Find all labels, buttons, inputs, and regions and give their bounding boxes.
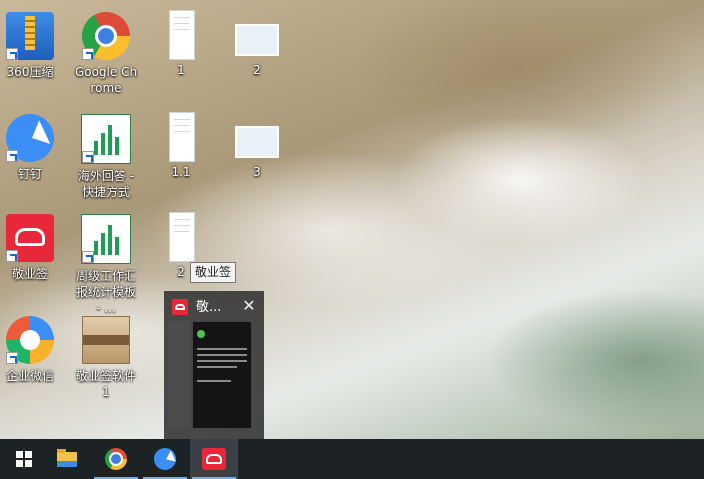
taskbar-tooltip: 敬业签 bbox=[190, 262, 237, 283]
shortcut-arrow-icon bbox=[82, 251, 94, 263]
preview-close-button[interactable]: ✕ bbox=[240, 297, 258, 315]
screenshot-icon bbox=[233, 124, 281, 160]
taskbar-file-explorer[interactable] bbox=[43, 439, 91, 479]
desktop-icon-doc-1[interactable]: 1 bbox=[149, 10, 213, 78]
desktop-icon-label: 2 bbox=[177, 265, 185, 279]
desktop-icon-wework[interactable]: 企业微信 bbox=[0, 316, 62, 384]
desktop-icon-dingtalk[interactable]: 钉钉 bbox=[0, 114, 62, 182]
desktop-icon-label: 2 bbox=[253, 63, 261, 77]
excel-icon bbox=[81, 114, 131, 164]
desktop-icon-label: 敬业签软件1 bbox=[75, 369, 136, 399]
desktop-icon-label: 周级工作汇报统计模板 - ... bbox=[75, 269, 136, 315]
shortcut-arrow-icon bbox=[6, 250, 18, 262]
desktop-icon-doc-1-1[interactable]: 1.1 bbox=[149, 112, 213, 180]
archive-icon bbox=[6, 12, 54, 60]
dingtalk-icon bbox=[6, 114, 54, 162]
taskbar-chrome[interactable] bbox=[92, 439, 140, 479]
taskbar bbox=[0, 439, 704, 479]
jingyeqian-icon bbox=[6, 214, 54, 262]
desktop-icon-excel-weekly[interactable]: 周级工作汇报统计模板 - ... bbox=[74, 214, 138, 316]
desktop-icon-shot-3[interactable]: 3 bbox=[225, 124, 289, 180]
taskbar-jingyeqian[interactable] bbox=[190, 439, 238, 479]
screenshot-icon bbox=[233, 22, 281, 58]
desktop-icon-label: 1.1 bbox=[171, 165, 191, 179]
desktop-icon-label: 360压缩 bbox=[6, 65, 54, 79]
wework-icon bbox=[6, 316, 54, 364]
desktop-icon-label: 敬业签 bbox=[11, 267, 48, 281]
desktop-icon-label: 1 bbox=[177, 63, 185, 77]
preview-window-image[interactable] bbox=[192, 321, 252, 429]
desktop-icon-package[interactable]: 敬业签软件1 bbox=[74, 316, 138, 400]
preview-sidebar bbox=[168, 321, 190, 427]
excel-icon bbox=[81, 214, 131, 264]
desktop-icon-label: 海外回答 - 快捷方式 bbox=[77, 169, 135, 199]
desktop-icon-label: 3 bbox=[253, 165, 261, 179]
jingyeqian-icon bbox=[172, 299, 188, 315]
preview-title: 敬... bbox=[196, 300, 222, 315]
taskbar-dingtalk[interactable] bbox=[141, 439, 189, 479]
package-icon bbox=[82, 316, 130, 364]
dingtalk-icon bbox=[154, 448, 176, 470]
desktop-icon-excel-overseas[interactable]: 海外回答 - 快捷方式 bbox=[74, 114, 138, 200]
shortcut-arrow-icon bbox=[6, 150, 18, 162]
desktop-icon-chrome[interactable]: Google Chrome bbox=[74, 12, 138, 96]
chrome-icon bbox=[105, 448, 127, 470]
desktop-icon-jingyeqian[interactable]: 敬业签 bbox=[0, 214, 62, 282]
windows-icon bbox=[16, 451, 32, 467]
shortcut-arrow-icon bbox=[82, 151, 94, 163]
document-icon bbox=[157, 212, 205, 262]
shortcut-arrow-icon bbox=[6, 352, 18, 364]
desktop-icon-360zip[interactable]: 360压缩 bbox=[0, 12, 62, 80]
desktop-icon-label: 钉钉 bbox=[17, 167, 42, 181]
desktop-icon-shot-2[interactable]: 2 bbox=[225, 22, 289, 78]
jingyeqian-icon bbox=[202, 448, 226, 470]
shortcut-arrow-icon bbox=[6, 48, 18, 60]
desktop-icon-label: 企业微信 bbox=[5, 369, 54, 383]
folder-icon bbox=[57, 448, 77, 467]
document-icon bbox=[157, 112, 205, 162]
chrome-icon bbox=[82, 12, 130, 60]
taskbar-thumbnail-preview[interactable]: 敬... ✕ bbox=[164, 291, 264, 439]
start-button[interactable] bbox=[0, 439, 48, 479]
document-icon bbox=[157, 10, 205, 60]
desktop-icon-label: Google Chrome bbox=[74, 65, 138, 95]
shortcut-arrow-icon bbox=[82, 48, 94, 60]
